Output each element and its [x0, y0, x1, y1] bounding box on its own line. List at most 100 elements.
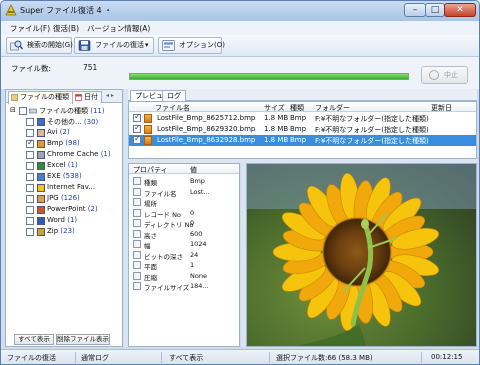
- property-name: ディレクトリ No: [144, 221, 194, 229]
- property-value: Bmp: [190, 177, 205, 185]
- file-type-item[interactable]: Avi (2): [24, 128, 120, 139]
- menu-version-info[interactable]: バージョン情報(A): [87, 23, 150, 34]
- file-size: 1.8 MB: [264, 114, 289, 122]
- bmp-file-icon: [144, 114, 152, 123]
- file-size: 1.8 MB: [264, 136, 289, 144]
- column-size[interactable]: サイズ: [264, 103, 285, 113]
- file-type-checkbox[interactable]: [26, 151, 34, 159]
- show-all-button[interactable]: すべて表示: [14, 334, 54, 345]
- file-type-icon: [37, 217, 45, 225]
- file-row[interactable]: LostFile_Bmp_8625712.bmp 1.8 MBBmp F:¥不明なフ…: [129, 112, 476, 124]
- file-type: Bmp: [290, 114, 307, 122]
- file-type-checkbox[interactable]: [26, 118, 34, 126]
- property-icon: [133, 261, 141, 269]
- file-type-item[interactable]: Word (1): [24, 216, 120, 227]
- maximize-button[interactable]: □: [425, 3, 445, 17]
- property-row: ディレクトリ No 0: [129, 218, 239, 229]
- file-type-checkbox[interactable]: [26, 162, 34, 170]
- property-icon: [133, 198, 141, 206]
- file-type-label: Avi (2): [47, 128, 70, 136]
- sunflower-preview-image: [247, 164, 476, 346]
- column-property[interactable]: プロパティ: [133, 165, 168, 175]
- file-type-icon: [37, 184, 45, 192]
- property-name: ファイル名: [144, 189, 177, 198]
- file-type-checkbox[interactable]: [26, 184, 34, 192]
- file-type-item[interactable]: Internet Fav...: [24, 183, 120, 194]
- recover-dropdown-arrow[interactable]: ▾: [145, 38, 149, 53]
- app-window: Super ファイル復活 4 ・ – □ ✕ ファイル(F) 復活(B) バージ…: [0, 0, 480, 365]
- stop-button[interactable]: 中止: [421, 66, 468, 84]
- file-row[interactable]: LostFile_Bmp_8632928.bmp 1.8 MBBmp F:¥不明なフ…: [129, 134, 476, 146]
- file-type-item[interactable]: EXE (538): [24, 172, 120, 183]
- property-value: 0: [190, 219, 195, 227]
- file-type-item[interactable]: Zip (23): [24, 227, 120, 238]
- file-type-checkbox[interactable]: [26, 195, 34, 203]
- property-row: 高さ 600: [129, 229, 239, 240]
- file-type-icon: [37, 129, 45, 137]
- property-row: レコード No 0: [129, 208, 239, 219]
- image-preview: [246, 163, 477, 347]
- tab-file-type[interactable]: ファイルの種類: [8, 91, 73, 104]
- file-type-label: Excel (1): [47, 161, 78, 169]
- file-type-label: Bmp (98): [47, 139, 80, 147]
- column-folder[interactable]: フォルダー: [315, 103, 350, 113]
- file-row[interactable]: LostFile_Bmp_8629320.bmp 1.8 MBBmp F:¥不明なフ…: [129, 123, 476, 135]
- file-row-checkbox[interactable]: [133, 134, 141, 144]
- menu-recover[interactable]: 復活(B): [53, 23, 79, 34]
- collapse-icon[interactable]: ⊟: [10, 106, 16, 114]
- file-type-label: Word (1): [47, 216, 78, 224]
- file-type-label: JPG (126): [47, 194, 80, 202]
- file-type-item[interactable]: Bmp (98): [24, 138, 120, 150]
- file-type-checkbox[interactable]: [26, 129, 34, 137]
- file-type-checkbox[interactable]: [26, 217, 34, 225]
- left-buttons: すべて表示 削除ファイル表示: [6, 334, 122, 346]
- bmp-file-icon: [144, 125, 152, 134]
- file-type-icon: [37, 162, 45, 170]
- file-type-checkbox[interactable]: [26, 206, 34, 214]
- file-type-checkbox[interactable]: [26, 228, 34, 236]
- tab-date[interactable]: 日付: [72, 91, 102, 103]
- property-value: 0: [190, 208, 195, 217]
- menu-file[interactable]: ファイル(F): [10, 23, 50, 34]
- file-folder: F:¥不明なフォルダー(指定した種類)¥: [315, 137, 429, 145]
- recover-files-button[interactable]: ファイルの復活 ▾: [74, 37, 154, 54]
- status-elapsed-time: 00:12:15: [431, 353, 463, 361]
- file-type-item[interactable]: PowerPoint (2): [24, 205, 120, 216]
- tree-root[interactable]: ⊟ ファイルの種類 (11): [10, 106, 122, 117]
- file-type-icon: [37, 151, 45, 159]
- file-type-item[interactable]: Excel (1): [24, 161, 120, 172]
- start-scan-button[interactable]: 検索の開始(G): [6, 37, 73, 54]
- minimize-button[interactable]: –: [404, 3, 426, 17]
- column-type[interactable]: 種類: [290, 103, 304, 113]
- tree-root-checkbox[interactable]: [19, 107, 27, 115]
- file-row-checkbox[interactable]: [133, 112, 141, 122]
- status-log-mode: 通常ログ: [81, 354, 109, 362]
- file-row-checkbox[interactable]: [133, 123, 141, 133]
- file-folder: F:¥不明なフォルダー(指定した種類)¥: [315, 126, 429, 134]
- file-type-item[interactable]: その他の... (30): [24, 117, 120, 128]
- show-deleted-button[interactable]: 削除ファイル表示: [56, 334, 110, 345]
- file-type-checkbox[interactable]: [26, 138, 34, 148]
- file-count-value: 751: [83, 63, 98, 72]
- property-name: ビットの深さ: [144, 252, 183, 261]
- tab-scroll-arrows[interactable]: ◂ ▸: [106, 92, 114, 99]
- file-type-item[interactable]: Chrome Cache (1): [24, 150, 120, 161]
- property-icon: [133, 219, 141, 227]
- scan-progress-bar: [129, 73, 409, 80]
- file-name: LostFile_Bmp_8632928.bmp: [157, 136, 256, 144]
- status-bar: ファイルの復活 通常ログ すべて表示 選択ファイル数:66 (58.3 MB) …: [1, 349, 479, 364]
- close-button[interactable]: ✕: [444, 3, 476, 17]
- column-modified-date[interactable]: 更新日: [431, 103, 452, 113]
- options-button[interactable]: オプション(O): [158, 37, 225, 54]
- properties-panel: プロパティ 値 種類 Bmp ファイル名 Lost... 場所 レコード No 0 ディレクト…: [128, 163, 240, 347]
- column-filename[interactable]: ファイル名: [155, 103, 190, 113]
- column-value[interactable]: 値: [190, 165, 197, 175]
- file-type-item[interactable]: JPG (126): [24, 194, 120, 205]
- status-divider: [75, 352, 76, 363]
- right-tabs: プレビュー ログ: [128, 89, 477, 101]
- window-title: Super ファイル復活 4 ・: [20, 6, 113, 15]
- status-divider: [269, 352, 270, 363]
- tab-log[interactable]: ログ: [162, 90, 186, 101]
- property-row: 場所: [129, 197, 239, 208]
- file-type-checkbox[interactable]: [26, 173, 34, 181]
